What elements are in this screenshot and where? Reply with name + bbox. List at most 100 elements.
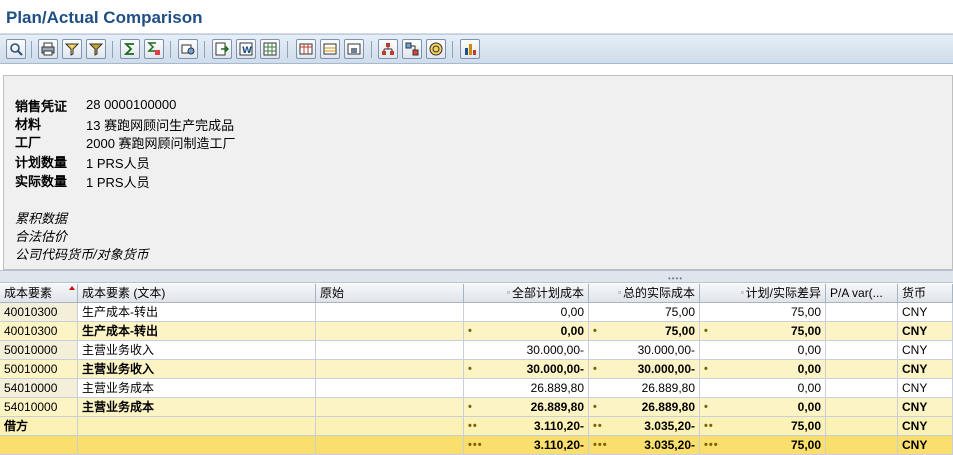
subtotal-row[interactable]: 54010000 主营业务成本 • 26.889,80 • 26.889,80 • 0… [0, 398, 953, 417]
cell-cost-element: 40010300 [0, 303, 78, 322]
total-level-icon: •• [593, 420, 603, 432]
table-row[interactable]: 40010300 生产成本-转出 0,00 75,00 75,00 CNY [0, 303, 953, 322]
layout-save-icon[interactable] [344, 39, 364, 59]
subtotal-level-icon: • [704, 325, 709, 337]
plant-value: 2000 赛跑网顾问制造工厂 [86, 136, 236, 151]
cell-total-actual: • 30.000,00- [589, 360, 700, 379]
title-bar: Plan/Actual Comparison [0, 0, 953, 34]
cell-total-plan: • 0,00 [464, 322, 589, 341]
col-header-variance[interactable]: ▫ 计划/实际差异 [700, 284, 826, 303]
col-header-currency[interactable]: 货币 [898, 284, 953, 303]
total-level-icon: •• [704, 420, 714, 432]
grand-total-row[interactable]: ••• 3.110,20- ••• 3.035,20- ••• 75,00 CNY [0, 436, 953, 455]
subtotal-row[interactable]: 40010300 生产成本-转出 • 0,00 • 75,00 • 75,00 CNY [0, 322, 953, 341]
material-label: 材料 [15, 117, 42, 132]
cell-origin [316, 341, 464, 360]
detail-icon[interactable] [6, 39, 26, 59]
actual-quantity-label: 实际数量 [15, 174, 68, 189]
info-icon[interactable] [426, 39, 446, 59]
cell-cost-element-text: 主营业务成本 [78, 379, 316, 398]
subtotal-row[interactable]: 50010000 主营业务收入 • 30.000,00- • 30.000,00- … [0, 360, 953, 379]
cell-cost-element-text: 生产成本-转出 [78, 303, 316, 322]
cell-total-actual: • 26.889,80 [589, 398, 700, 417]
table-row[interactable]: 50010000 主营业务收入 30.000,00- 30.000,00- 0,… [0, 341, 953, 360]
col-header-total-actual[interactable]: ▫ 总的实际成本 [589, 284, 700, 303]
note-legal-valuation: 合法估价 [15, 229, 68, 244]
cell-total-actual: 30.000,00- [589, 341, 700, 360]
subtotal-level-icon: • [468, 363, 473, 375]
layout-choose-icon[interactable] [320, 39, 340, 59]
cell-total-actual: 75,00 [589, 303, 700, 322]
cell-origin [316, 417, 464, 436]
col-header-total-plan[interactable]: ▫ 全部计划成本 [464, 284, 589, 303]
cell-currency: CNY [898, 303, 953, 322]
subtotal-level-icon: • [468, 325, 473, 337]
col-header-pa-var[interactable]: P/A var(... [826, 284, 898, 303]
cell-cost-element: 借方 [0, 417, 78, 436]
cell-cost-element-text [78, 436, 316, 455]
cell-pa-var [826, 303, 898, 322]
cell-variance: 75,00 [700, 303, 826, 322]
debit-total-row[interactable]: 借方 •• 3.110,20- •• 3.035,20- •• 75,00 CNY [0, 417, 953, 436]
application-toolbar: W [0, 34, 953, 64]
cell-origin [316, 436, 464, 455]
actual-quantity-value: 1 PRS人员 [86, 175, 150, 190]
cell-pa-var [826, 379, 898, 398]
cell-variance: • 0,00 [700, 398, 826, 417]
graphic-icon[interactable] [402, 39, 422, 59]
columns-icon[interactable] [296, 39, 316, 59]
cell-currency: CNY [898, 379, 953, 398]
cell-variance: 0,00 [700, 379, 826, 398]
cell-cost-element-text: 主营业务收入 [78, 341, 316, 360]
cell-origin [316, 322, 464, 341]
sum-icon[interactable] [120, 39, 140, 59]
subtotal-level-icon: • [593, 363, 598, 375]
header-area: 销售凭证 28 0000100000 材料 13 赛跑网顾问生产完成品 工厂 2… [0, 64, 953, 270]
total-level-icon: ••• [593, 439, 608, 451]
filter-icon[interactable] [62, 39, 82, 59]
cell-cost-element [0, 436, 78, 455]
header-info-panel: 销售凭证 28 0000100000 材料 13 赛跑网顾问生产完成品 工厂 2… [3, 75, 953, 270]
cell-pa-var [826, 322, 898, 341]
spreadsheet-icon[interactable] [260, 39, 280, 59]
cell-pa-var [826, 436, 898, 455]
print-icon[interactable] [38, 39, 58, 59]
cell-origin [316, 379, 464, 398]
cell-total-actual: • 75,00 [589, 322, 700, 341]
word-icon[interactable]: W [236, 39, 256, 59]
cell-pa-var [826, 360, 898, 379]
subtotal-level-icon: • [704, 363, 709, 375]
splitter-grip-icon[interactable]: •••• [668, 274, 683, 283]
sum-indicator-icon: ▫ [618, 288, 621, 297]
chart-icon[interactable] [460, 39, 480, 59]
export-icon[interactable] [212, 39, 232, 59]
cell-cost-element: 54010000 [0, 379, 78, 398]
sum-indicator-icon: ▫ [740, 288, 744, 297]
cell-total-actual: ••• 3.035,20- [589, 436, 700, 455]
cell-cost-element: 50010000 [0, 341, 78, 360]
view-icon[interactable] [178, 39, 198, 59]
subtotal-level-icon: • [704, 401, 709, 413]
sort-ascending-icon [69, 286, 75, 290]
planned-quantity-label: 计划数量 [15, 155, 68, 170]
col-header-origin[interactable]: 原始 [316, 284, 464, 303]
table-row[interactable]: 54010000 主营业务成本 26.889,80 26.889,80 0,00… [0, 379, 953, 398]
cell-currency: CNY [898, 322, 953, 341]
cell-cost-element: 40010300 [0, 322, 78, 341]
subtotal-icon[interactable] [144, 39, 164, 59]
grid-header-row: 成本要素 成本要素 (文本) 原始 ▫ 全部计划成本 ▫ 总的实际成本 ▫ 计划/实际… [0, 284, 953, 303]
cell-currency: CNY [898, 341, 953, 360]
cell-pa-var [826, 398, 898, 417]
alv-grid: 成本要素 成本要素 (文本) 原始 ▫ 全部计划成本 ▫ 总的实际成本 ▫ 计划/实际… [0, 284, 953, 455]
set-filter-icon[interactable] [86, 39, 106, 59]
cell-cost-element-text: 主营业务收入 [78, 360, 316, 379]
cell-origin [316, 360, 464, 379]
col-header-cost-element-text[interactable]: 成本要素 (文本) [78, 284, 316, 303]
splitter-bar[interactable]: •••• [0, 270, 953, 283]
sales-document-value: 28 0000100000 [86, 97, 177, 112]
svg-text:W: W [242, 46, 252, 56]
hierarchy-icon[interactable] [378, 39, 398, 59]
cell-variance: • 0,00 [700, 360, 826, 379]
cell-currency: CNY [898, 398, 953, 417]
col-header-cost-element[interactable]: 成本要素 [0, 284, 78, 303]
